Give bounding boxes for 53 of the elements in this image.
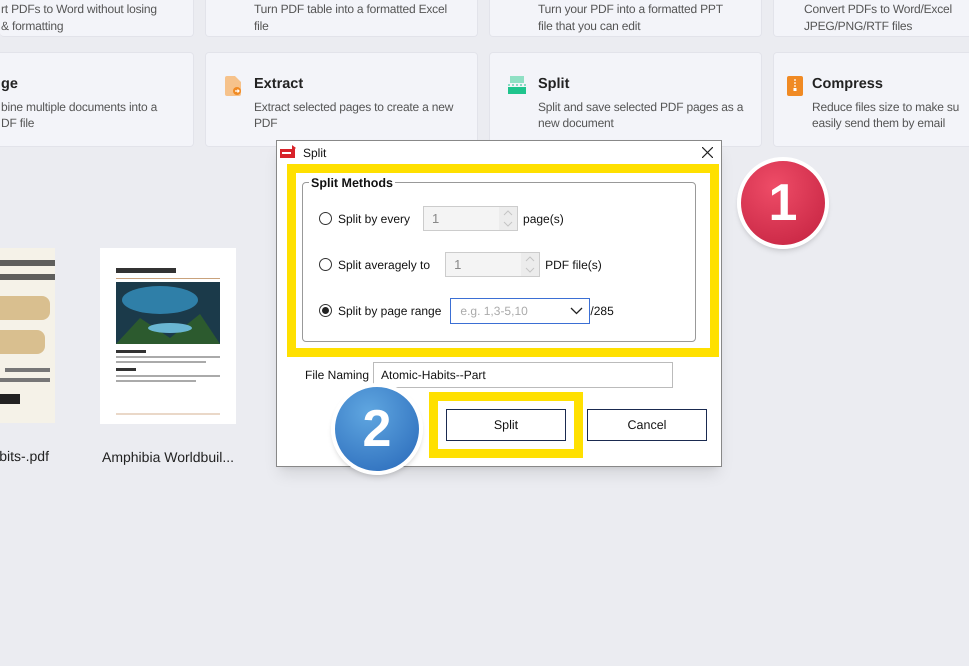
dialog-button[interactable]: Split [446,409,566,441]
pdf-app-icon [280,145,298,160]
unit-label: PDF file(s) [545,256,602,274]
file-name[interactable]: Amphibia Worldbuil... [102,447,234,468]
tool-description: Turn your PDF into a formatted PPT [538,1,724,17]
tool-description: bine multiple documents into a [1,99,158,115]
tool-description: PDF [254,115,278,131]
tool-card[interactable]: Extract Extract selected pages to create a new PDF [205,52,478,147]
page-count: /285 [590,302,614,320]
tool-description: file that you can edit [538,18,642,34]
method-label: Split averagely to [338,256,430,274]
radio-button[interactable] [319,212,332,225]
tool-title: Compress [812,75,884,93]
split-icon [508,76,526,94]
field-label: File Naming [305,367,370,384]
tool-description: rt PDFs to Word without losing [1,1,158,17]
dialog-title: Split [303,144,326,162]
radio-button[interactable] [319,258,332,271]
tool-card[interactable]: Split Split and save selected PDF pages as a new document [489,52,762,147]
unit-label: page(s) [523,210,564,228]
tool-card[interactable]: Turn your PDF into a formatted PPT file that you can edit [489,0,762,37]
method-label: Split by page range [338,302,442,320]
document-icon [225,76,241,96]
tool-description: Extract selected pages to create a new [254,99,454,115]
method-label: Split by every [338,210,410,228]
spin-arrows-icon [521,253,540,276]
tool-card[interactable]: ge bine multiple documents into a DF file [0,52,194,147]
tool-title: ge [1,75,19,93]
radio-button[interactable] [319,304,332,317]
tool-card[interactable]: rt PDFs to Word without losing & formatting [0,0,194,37]
tool-title: Split [538,75,570,93]
step-badge: 1 [737,157,829,249]
tool-card[interactable]: Turn PDF table into a formatted Excel file [205,0,478,37]
tool-description: DF file [1,115,36,131]
tool-description: Split and save selected PDF pages as a [538,99,744,115]
tool-description: easily send them by email [812,115,946,131]
tool-description: Reduce files size to make su [812,99,960,115]
tool-card[interactable]: Compress Reduce files size to make su easily send them by email [773,52,969,147]
file-name[interactable]: bits-.pdf [0,446,49,467]
tool-description: Convert PDFs to Word/Excel [804,1,953,17]
tool-description: & formatting [1,18,64,34]
tool-card[interactable]: Convert PDFs to Word/Excel JPEG/PNG/RTF files [773,0,969,37]
tool-description: file [254,18,270,34]
tool-description: Turn PDF table into a formatted Excel [254,1,448,17]
tool-description: new document [538,115,615,131]
zip-file-icon [787,76,803,96]
dialog-button[interactable]: Cancel [587,409,707,441]
tool-description: JPEG/PNG/RTF files [804,18,914,34]
chevron-down-icon [570,306,584,314]
spin-arrows-icon [499,207,518,230]
close-icon[interactable] [702,147,713,158]
tool-title: Extract [254,75,304,93]
file-naming-field[interactable]: Atomic-Habits--Part [373,362,674,388]
